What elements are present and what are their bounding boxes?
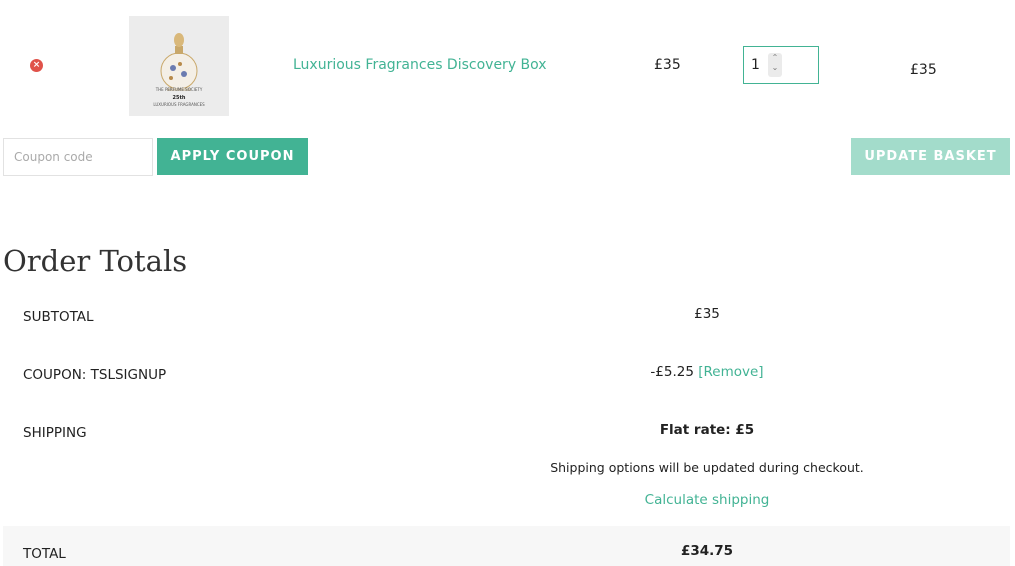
perfume-bottle-image bbox=[129, 16, 229, 116]
apply-coupon-button[interactable]: APPLY COUPON bbox=[157, 138, 308, 175]
remove-coupon-link[interactable]: [Remove] bbox=[698, 364, 763, 380]
shipping-label: SHIPPING bbox=[23, 425, 87, 441]
subtotal-label: SUBTOTAL bbox=[23, 309, 94, 325]
line-total: £35 bbox=[910, 62, 937, 78]
quantity-spinner-icon[interactable]: ⌃ ⌄ bbox=[768, 53, 782, 77]
image-badge-text: 25th bbox=[172, 95, 186, 101]
quantity-input[interactable]: 1 ⌃ ⌄ bbox=[743, 46, 819, 84]
basket-page: × THE PERFUME SOCIETY 25th LUXURIOUS FRA… bbox=[0, 0, 1015, 566]
update-basket-button[interactable]: UPDATE BASKET bbox=[851, 138, 1010, 175]
product-thumbnail[interactable]: THE PERFUME SOCIETY 25th LUXURIOUS FRAGR… bbox=[129, 16, 229, 116]
spin-up-icon[interactable]: ⌃ bbox=[768, 53, 782, 63]
product-name-link[interactable]: Luxurious Fragrances Discovery Box bbox=[293, 57, 547, 73]
spin-down-icon[interactable]: ⌄ bbox=[768, 63, 782, 73]
shipping-rate: Flat rate: £5 bbox=[659, 422, 755, 438]
coupon-discount: -£5.25 [Remove] bbox=[507, 364, 907, 380]
quantity-value: 1 bbox=[751, 57, 760, 73]
image-brand-text: THE PERFUME SOCIETY bbox=[155, 87, 203, 92]
shipping-note: Shipping options will be updated during … bbox=[550, 460, 864, 475]
total-label: TOTAL bbox=[23, 546, 66, 562]
unit-price: £35 bbox=[654, 57, 681, 73]
coupon-code-input[interactable] bbox=[3, 138, 153, 176]
order-totals-title: Order Totals bbox=[3, 244, 188, 278]
subtotal-value: £35 bbox=[694, 306, 720, 322]
coupon-discount-value: -£5.25 bbox=[650, 364, 694, 380]
coupon-label: COUPON: TSLSIGNUP bbox=[23, 367, 167, 383]
remove-item-icon[interactable]: × bbox=[30, 59, 43, 72]
calculate-shipping-link[interactable]: Calculate shipping bbox=[507, 492, 907, 508]
image-bottom-text: LUXURIOUS FRAGRANCES bbox=[153, 102, 205, 107]
total-value: £34.75 bbox=[680, 543, 734, 559]
